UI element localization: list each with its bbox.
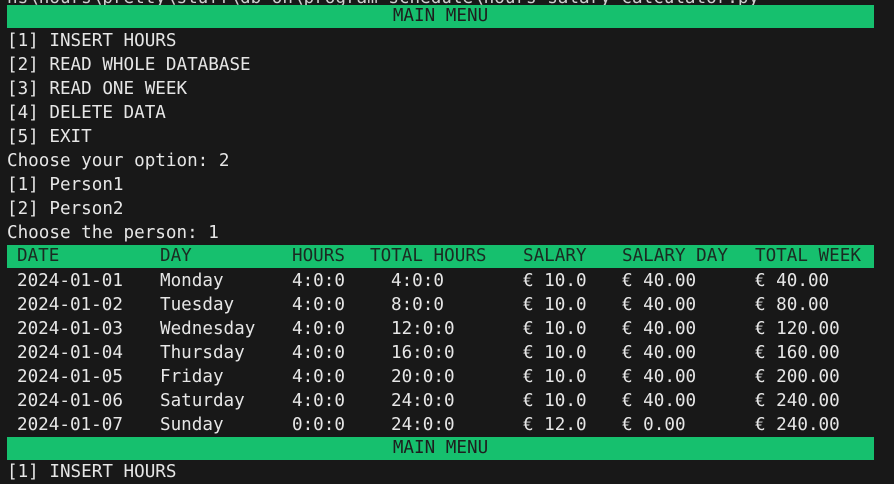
main-menu-title: MAIN MENU <box>392 6 489 26</box>
bottom-main-menu-title-bar: MAIN MENU <box>7 437 874 460</box>
cell-salary-day: € 40.00 <box>622 391 697 411</box>
cell-date: 2024-01-05 <box>17 367 123 387</box>
cell-day: Sunday <box>160 415 224 435</box>
cell-date: 2024-01-06 <box>17 391 123 411</box>
cell-salary-day: € 40.00 <box>622 271 697 291</box>
cell-total-hours: 24:0:0 <box>391 391 455 411</box>
main-menu-title-bar: MAIN MENU <box>7 5 874 28</box>
menu-item-exit: [5] EXIT <box>7 127 92 147</box>
header-salary: SALARY <box>523 246 587 266</box>
table-row: 2024-01-05 Friday 4:0:0 20:0:0 € 10.0 € … <box>0 365 894 389</box>
cell-hours: 4:0:0 <box>292 319 345 339</box>
person-item-2: [2] Person2 <box>7 199 124 219</box>
cell-salary: € 10.0 <box>523 271 587 291</box>
cell-total-week: € 40.00 <box>755 271 830 291</box>
cell-hours: 4:0:0 <box>292 295 345 315</box>
cell-total-hours: 12:0:0 <box>391 319 455 339</box>
cell-hours: 4:0:0 <box>292 271 345 291</box>
header-total-week: TOTAL WEEK <box>755 246 861 266</box>
cell-hours: 0:0:0 <box>292 415 345 435</box>
cell-hours: 4:0:0 <box>292 343 345 363</box>
cell-total-week: € 80.00 <box>755 295 830 315</box>
bottom-main-menu-title: MAIN MENU <box>392 438 489 458</box>
cell-salary-day: € 0.00 <box>622 415 686 435</box>
cell-total-hours: 20:0:0 <box>391 367 455 387</box>
cell-day: Thursday <box>160 343 245 363</box>
menu-item-delete-data: [4] DELETE DATA <box>7 103 166 123</box>
header-date: DATE <box>17 246 60 266</box>
table-header-bar: DATE DAY HOURS TOTAL HOURS SALARY SALARY… <box>7 245 874 268</box>
cell-salary: € 10.0 <box>523 343 587 363</box>
table-row: 2024-01-07 Sunday 0:0:0 24:0:0 € 12.0 € … <box>0 413 894 437</box>
cell-total-week: € 200.00 <box>755 367 840 387</box>
menu-item-insert-hours: [1] INSERT HOURS <box>7 31 177 51</box>
cell-day: Friday <box>160 367 224 387</box>
cell-salary: € 10.0 <box>523 391 587 411</box>
header-salary-day: SALARY DAY <box>622 246 728 266</box>
cell-salary-day: € 40.00 <box>622 343 697 363</box>
header-day: DAY <box>160 246 192 266</box>
cell-total-week: € 120.00 <box>755 319 840 339</box>
cell-total-week: € 240.00 <box>755 415 840 435</box>
header-hours: HOURS <box>292 246 345 266</box>
table-row: 2024-01-06 Saturday 4:0:0 24:0:0 € 10.0 … <box>0 389 894 413</box>
cell-total-hours: 4:0:0 <box>391 271 444 291</box>
terminal-window: ns\hours\pretty\stuff\db_on\program_sche… <box>0 0 894 482</box>
cell-day: Saturday <box>160 391 245 411</box>
menu-item-read-one-week: [3] READ ONE WEEK <box>7 79 188 99</box>
cell-date: 2024-01-07 <box>17 415 123 435</box>
person-item-1: [1] Person1 <box>7 175 124 195</box>
header-total-hours: TOTAL HOURS <box>370 246 487 266</box>
cell-total-week: € 240.00 <box>755 391 840 411</box>
cell-salary-day: € 40.00 <box>622 367 697 387</box>
cell-date: 2024-01-01 <box>17 271 123 291</box>
menu-item-read-whole-database: [2] READ WHOLE DATABASE <box>7 55 251 75</box>
cell-total-week: € 160.00 <box>755 343 840 363</box>
table-row: 2024-01-01 Monday 4:0:0 4:0:0 € 10.0 € 4… <box>0 269 894 293</box>
cell-total-hours: 16:0:0 <box>391 343 455 363</box>
cell-day: Monday <box>160 271 224 291</box>
cell-date: 2024-01-02 <box>17 295 123 315</box>
next-menu-item-cut: [1] INSERT HOURS <box>7 462 177 482</box>
option-prompt: Choose your option: 2 <box>7 151 230 171</box>
cell-hours: 4:0:0 <box>292 391 345 411</box>
cell-salary: € 12.0 <box>523 415 587 435</box>
cell-date: 2024-01-04 <box>17 343 123 363</box>
cell-hours: 4:0:0 <box>292 367 345 387</box>
cell-salary: € 10.0 <box>523 295 587 315</box>
cell-total-hours: 8:0:0 <box>391 295 444 315</box>
cell-salary: € 10.0 <box>523 367 587 387</box>
cell-salary-day: € 40.00 <box>622 319 697 339</box>
table-row: 2024-01-03 Wednesday 4:0:0 12:0:0 € 10.0… <box>0 317 894 341</box>
cell-salary: € 10.0 <box>523 319 587 339</box>
table-row: 2024-01-02 Tuesday 4:0:0 8:0:0 € 10.0 € … <box>0 293 894 317</box>
cell-total-hours: 24:0:0 <box>391 415 455 435</box>
cell-day: Wednesday <box>160 319 256 339</box>
table-row: 2024-01-04 Thursday 4:0:0 16:0:0 € 10.0 … <box>0 341 894 365</box>
cell-day: Tuesday <box>160 295 235 315</box>
cell-date: 2024-01-03 <box>17 319 123 339</box>
cell-salary-day: € 40.00 <box>622 295 697 315</box>
person-prompt: Choose the person: 1 <box>7 223 219 243</box>
